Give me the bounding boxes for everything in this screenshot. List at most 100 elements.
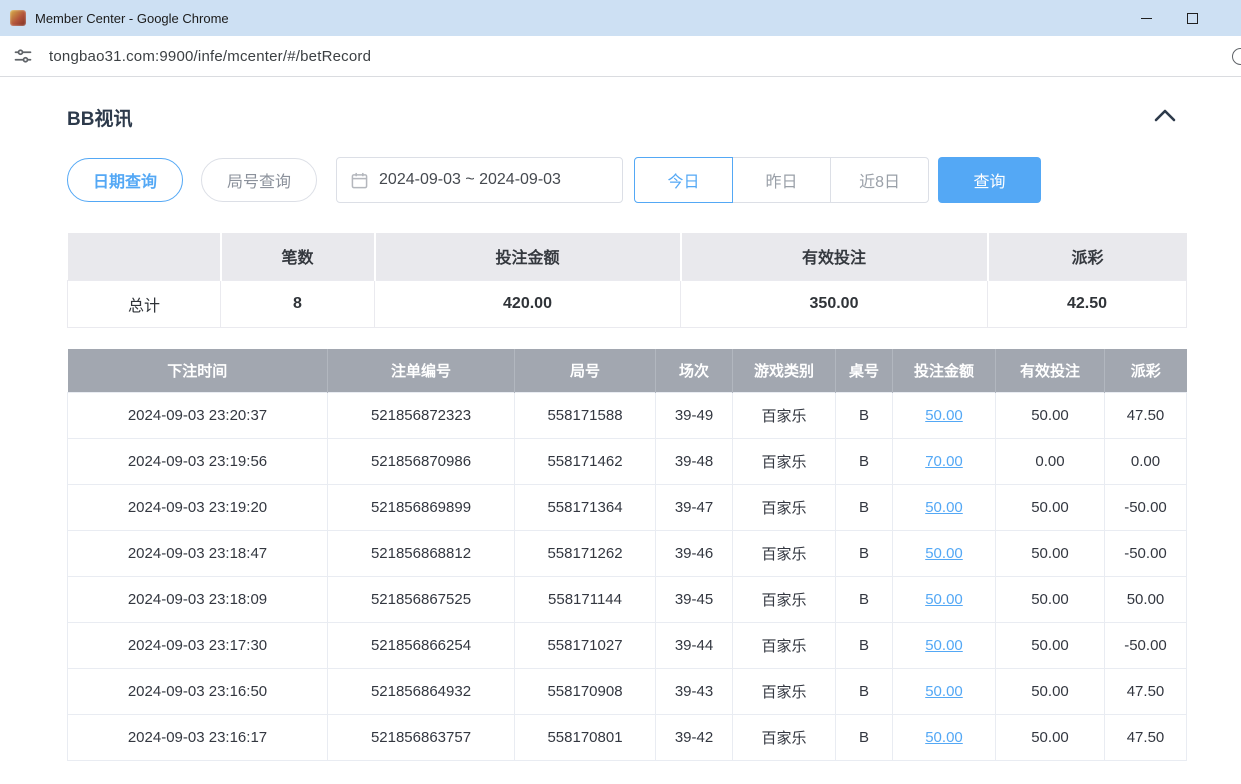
bet-time: 2024-09-03 23:19:56 <box>68 439 328 485</box>
bet-time: 2024-09-03 23:18:09 <box>68 577 328 623</box>
bet-amount-link[interactable]: 50.00 <box>925 683 963 700</box>
session: 39-49 <box>656 393 733 439</box>
browser-toolbar: tongbao31.com:9900/infe/mcenter/#/betRec… <box>0 36 1241 77</box>
valid-bet: 50.00 <box>996 669 1105 715</box>
bet-id: 521856867525 <box>328 577 515 623</box>
search-button[interactable]: 查询 <box>938 157 1041 203</box>
table-number: B <box>836 623 893 669</box>
header-session: 场次 <box>656 349 733 393</box>
bet-time: 2024-09-03 23:17:30 <box>68 623 328 669</box>
payout: 47.50 <box>1105 669 1187 715</box>
bet-amount-link[interactable]: 50.00 <box>925 637 963 654</box>
table-number: B <box>836 485 893 531</box>
valid-bet: 50.00 <box>996 623 1105 669</box>
table-row: 2024-09-03 23:19:20 521856869899 5581713… <box>68 485 1187 531</box>
summary-table: 笔数 投注金额 有效投注 派彩 总计 8 420.00 350.00 42.50 <box>67 233 1187 328</box>
bet-record-table: 下注时间 注单编号 局号 场次 游戏类别 桌号 投注金额 有效投注 派彩 202… <box>67 349 1187 762</box>
yesterday-button[interactable]: 昨日 <box>732 157 831 203</box>
header-bet-amount: 投注金额 <box>893 349 996 393</box>
maximize-button[interactable] <box>1169 0 1215 36</box>
minimize-icon <box>1141 18 1152 19</box>
calendar-icon <box>351 172 368 189</box>
bet-amount-cell: 50.00 <box>893 669 996 715</box>
payout: 47.50 <box>1105 715 1187 761</box>
today-button[interactable]: 今日 <box>634 157 733 203</box>
payout: -50.00 <box>1105 485 1187 531</box>
last-8-days-button[interactable]: 近8日 <box>830 157 929 203</box>
table-row: 2024-09-03 23:18:09 521856867525 5581711… <box>68 577 1187 623</box>
summary-valid-bet: 350.00 <box>681 280 988 327</box>
minimize-button[interactable] <box>1123 0 1169 36</box>
date-range-value: 2024-09-03 ~ 2024-09-03 <box>379 171 561 189</box>
bet-id: 521856869899 <box>328 485 515 531</box>
header-payout: 派彩 <box>1105 349 1187 393</box>
valid-bet: 50.00 <box>996 393 1105 439</box>
bet-record-page: BB视讯 日期查询 局号查询 2024-09-03 ~ 2024-09-03 今… <box>67 104 1186 761</box>
game-type: 百家乐 <box>733 577 836 623</box>
session: 39-42 <box>656 715 733 761</box>
summary-header-valid-bet: 有效投注 <box>681 233 988 280</box>
quick-date-group: 今日 昨日 近8日 <box>634 157 929 203</box>
payout: 0.00 <box>1105 439 1187 485</box>
game-type: 百家乐 <box>733 531 836 577</box>
summary-header-blank <box>68 233 221 280</box>
valid-bet: 50.00 <box>996 715 1105 761</box>
valid-bet: 50.00 <box>996 577 1105 623</box>
bet-time: 2024-09-03 23:20:37 <box>68 393 328 439</box>
bet-amount-link[interactable]: 50.00 <box>925 545 963 562</box>
round-number: 558171588 <box>515 393 656 439</box>
session: 39-46 <box>656 531 733 577</box>
valid-bet: 50.00 <box>996 531 1105 577</box>
date-query-tab[interactable]: 日期查询 <box>67 158 183 202</box>
session: 39-47 <box>656 485 733 531</box>
bet-amount-link[interactable]: 50.00 <box>925 591 963 608</box>
page-title: BB视讯 <box>67 104 132 131</box>
bet-time: 2024-09-03 23:16:50 <box>68 669 328 715</box>
table-number: B <box>836 531 893 577</box>
table-number: B <box>836 715 893 761</box>
session: 39-48 <box>656 439 733 485</box>
summary-row: 总计 8 420.00 350.00 42.50 <box>68 280 1187 327</box>
browser-profile-icon[interactable] <box>1232 48 1241 65</box>
url-text[interactable]: tongbao31.com:9900/infe/mcenter/#/betRec… <box>49 48 371 65</box>
round-query-tab[interactable]: 局号查询 <box>201 158 317 202</box>
header-game-type: 游戏类别 <box>733 349 836 393</box>
site-settings-icon[interactable] <box>12 45 34 67</box>
payout: -50.00 <box>1105 623 1187 669</box>
valid-bet: 50.00 <box>996 485 1105 531</box>
bet-amount-cell: 50.00 <box>893 393 996 439</box>
summary-total-label: 总计 <box>68 280 221 327</box>
bet-amount-cell: 50.00 <box>893 715 996 761</box>
header-round: 局号 <box>515 349 656 393</box>
bet-time: 2024-09-03 23:19:20 <box>68 485 328 531</box>
table-row: 2024-09-03 23:16:50 521856864932 5581709… <box>68 669 1187 715</box>
game-type: 百家乐 <box>733 669 836 715</box>
bet-amount-link[interactable]: 70.00 <box>925 453 963 470</box>
round-number: 558171462 <box>515 439 656 485</box>
bet-amount-link[interactable]: 50.00 <box>925 499 963 516</box>
table-row: 2024-09-03 23:18:47 521856868812 5581712… <box>68 531 1187 577</box>
date-range-input[interactable]: 2024-09-03 ~ 2024-09-03 <box>336 157 623 203</box>
payout: 50.00 <box>1105 577 1187 623</box>
table-number: B <box>836 669 893 715</box>
summary-header-count: 笔数 <box>221 233 375 280</box>
round-number: 558171262 <box>515 531 656 577</box>
bet-amount-link[interactable]: 50.00 <box>925 407 963 424</box>
bet-id: 521856872323 <box>328 393 515 439</box>
summary-header-payout: 派彩 <box>988 233 1187 280</box>
bet-id: 521856863757 <box>328 715 515 761</box>
summary-bet-amount: 420.00 <box>375 280 681 327</box>
summary-count: 8 <box>221 280 375 327</box>
round-number: 558171364 <box>515 485 656 531</box>
collapse-chevron-up-icon[interactable] <box>1144 105 1186 131</box>
bet-amount-cell: 50.00 <box>893 531 996 577</box>
round-number: 558170908 <box>515 669 656 715</box>
bet-amount-link[interactable]: 50.00 <box>925 729 963 746</box>
bet-time: 2024-09-03 23:16:17 <box>68 715 328 761</box>
game-type: 百家乐 <box>733 393 836 439</box>
table-header-row: 下注时间 注单编号 局号 场次 游戏类别 桌号 投注金额 有效投注 派彩 <box>68 349 1187 393</box>
header-table-number: 桌号 <box>836 349 893 393</box>
bet-id: 521856870986 <box>328 439 515 485</box>
game-type: 百家乐 <box>733 623 836 669</box>
round-number: 558170801 <box>515 715 656 761</box>
